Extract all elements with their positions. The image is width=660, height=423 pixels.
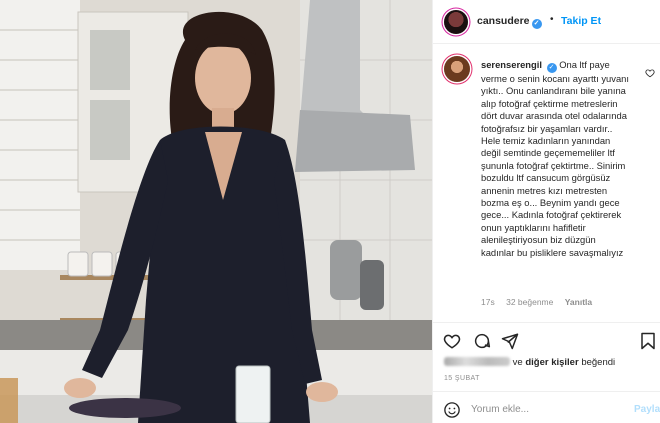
likes-summary: ve diğer kişiler beğendi (444, 357, 615, 368)
post-comment-button[interactable]: Paylaş (634, 404, 660, 415)
send-icon[interactable] (501, 332, 519, 350)
likes-verb: beğendi (581, 357, 616, 368)
author-username-text[interactable]: cansudere (477, 15, 530, 27)
reply-button[interactable]: Yanıtla (565, 297, 592, 307)
comment-input[interactable] (471, 400, 621, 418)
kitchen-scene-image (0, 0, 432, 423)
comment-time: 17s (481, 297, 495, 307)
post-sidebar: cansudere ✓ • Takip Et serenserengil ✓ On… (432, 0, 660, 423)
post-header: cansudere ✓ • Takip Et (433, 0, 660, 44)
comment-icon[interactable] (473, 332, 491, 350)
likes-connector: ve (512, 357, 523, 368)
comment-body: serenserengil ✓ Ona ltf paye verme o sen… (481, 59, 631, 259)
comment-text: Ona ltf paye verme o senin kocanı ayartt… (481, 59, 629, 258)
commenter-username[interactable]: serenserengil (481, 59, 542, 70)
add-comment-bar: Paylaş (433, 391, 660, 423)
commenter-verified-icon: ✓ (546, 63, 557, 73)
emoji-icon[interactable] (443, 401, 461, 419)
post-photo[interactable] (0, 0, 432, 423)
bookmark-icon[interactable] (639, 332, 657, 350)
author-username[interactable]: cansudere ✓ (477, 15, 542, 29)
follow-button[interactable]: Takip Et (561, 15, 601, 27)
blurred-liker-names (444, 357, 510, 366)
post-date[interactable]: 15 ŞUBAT (444, 375, 480, 382)
separator-dot: • (550, 14, 554, 25)
action-bar (433, 322, 660, 358)
commenter-avatar[interactable] (444, 56, 470, 82)
heart-icon[interactable] (443, 332, 461, 350)
comment-heart-icon[interactable] (645, 68, 655, 78)
comment-meta: 17s 32 beğenme Yanıtla (481, 297, 601, 307)
other-likers-link[interactable]: diğer kişiler (525, 357, 578, 368)
verified-badge-icon: ✓ (531, 19, 542, 29)
author-avatar[interactable] (444, 10, 468, 34)
comment-likes[interactable]: 32 beğenme (506, 297, 553, 307)
